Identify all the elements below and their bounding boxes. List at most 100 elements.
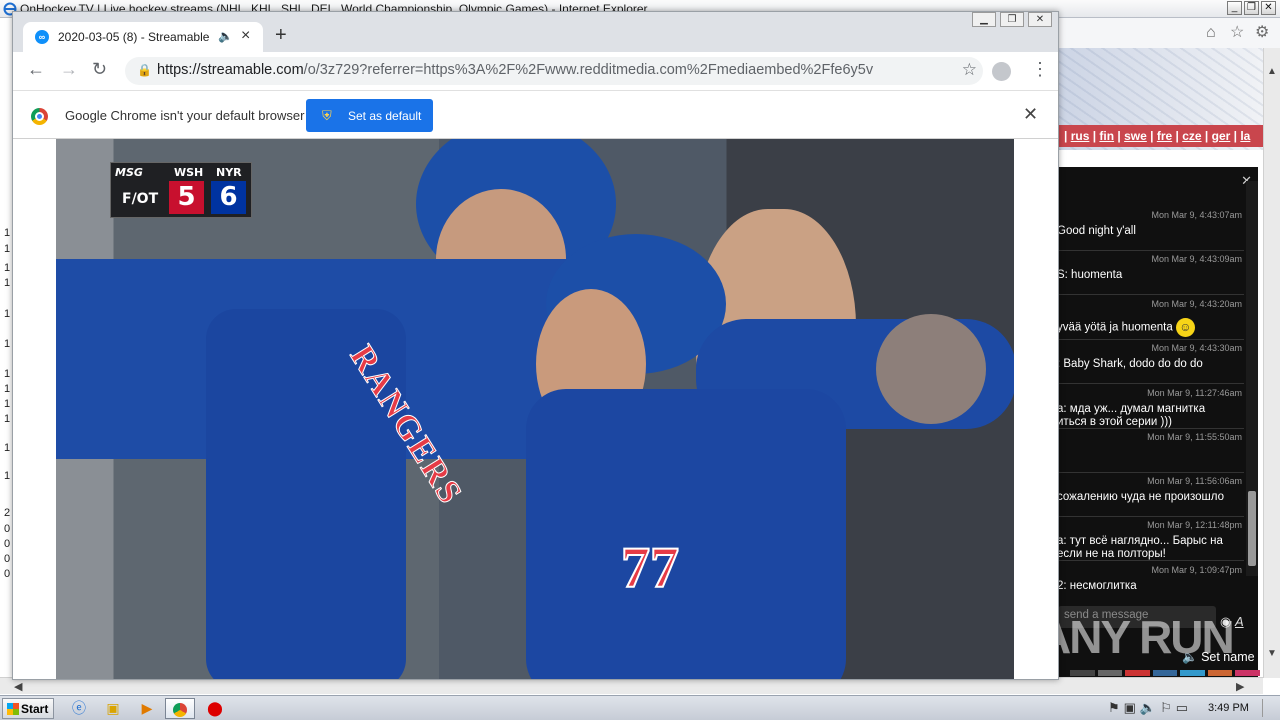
- lock-icon[interactable]: 🔒: [137, 63, 152, 77]
- ie-vertical-scrollbar[interactable]: ▲ ▼: [1263, 48, 1280, 678]
- chat-message: Mon Mar 9, 11:27:46am а: мда уж... думал…: [1058, 385, 1244, 429]
- chat-text-line2: если не на полторы!: [1058, 548, 1166, 560]
- chat-font-icon[interactable]: A: [1235, 614, 1244, 629]
- scroll-right-icon[interactable]: ▶: [1236, 680, 1244, 693]
- forward-arrow-icon[interactable]: →: [60, 60, 78, 78]
- set-as-default-button[interactable]: ⛨ Set as default: [306, 99, 433, 132]
- chrome-window-controls: ▁ ❐ ✕: [972, 12, 1052, 27]
- chrome-close-button[interactable]: ✕: [1028, 12, 1052, 27]
- infobar-close-icon[interactable]: ✕: [1023, 104, 1038, 125]
- opera-icon[interactable]: ⬤: [200, 698, 230, 719]
- url-host: https://streamable.com: [157, 62, 304, 78]
- ie-restore-button[interactable]: ❐: [1244, 1, 1259, 15]
- system-tray-icons[interactable]: ⚑▣🔈⚐▭: [1108, 700, 1192, 716]
- chat-text: а: мда уж... думал магнитка: [1058, 403, 1206, 415]
- infobar-message: Google Chrome isn't your default browser: [65, 108, 305, 123]
- chrome-minimize-button[interactable]: ▁: [972, 12, 996, 27]
- scroll-left-icon[interactable]: ◀: [14, 680, 22, 693]
- video-player[interactable]: RANGERS 77 MSG WSH NYR F/OT 5 6: [56, 139, 1014, 679]
- lang-link-fin[interactable]: fin: [1099, 129, 1114, 143]
- left-strip-digit: 1: [4, 308, 11, 320]
- favorites-star-icon[interactable]: ☆: [1230, 25, 1244, 41]
- url-text[interactable]: https://streamable.com/o/3z729?referrer=…: [157, 62, 873, 78]
- chat-timestamp: Mon Mar 9, 4:43:07am: [1151, 210, 1242, 220]
- left-strip-digit: 1: [4, 368, 11, 380]
- tab-title: 2020-03-05 (8) - Streamable: [58, 30, 210, 44]
- streamable-favicon-icon: ∞: [35, 30, 49, 44]
- ie-taskbar-icon[interactable]: ⓔ: [64, 698, 94, 719]
- chat-message: Mon Mar 9, 12:11:48pm а: тут всё наглядн…: [1058, 517, 1244, 561]
- show-desktop-button[interactable]: [1262, 699, 1276, 717]
- chat-message: Mon Mar 9, 4:43:30am : Baby Shark, dodo …: [1058, 340, 1244, 384]
- chat-message: Mon Mar 9, 11:55:50am: [1058, 429, 1244, 473]
- lang-link-fre[interactable]: fre: [1157, 129, 1172, 143]
- taskbar-clock[interactable]: 3:49 PM: [1208, 702, 1249, 714]
- left-strip-digit: 1: [4, 442, 11, 454]
- chat-text: yvää yötä ja huomenta: [1058, 321, 1173, 334]
- chat-timestamp: Mon Mar 9, 11:55:50am: [1147, 432, 1242, 442]
- chat-color-strip: [1070, 670, 1261, 676]
- left-strip-digit: 1: [4, 413, 11, 425]
- ie-command-area: ⌂ ☆ ⚙: [1058, 18, 1280, 48]
- lang-link-swe[interactable]: swe: [1124, 129, 1147, 143]
- set-as-default-label: Set as default: [348, 109, 422, 123]
- reload-icon[interactable]: ↻: [92, 60, 107, 78]
- bookmark-star-icon[interactable]: ☆: [962, 60, 977, 80]
- shield-icon: ⛨: [322, 108, 332, 123]
- chat-scrollbar[interactable]: [1246, 181, 1258, 576]
- chat-text: 2: несмоглитка: [1058, 580, 1137, 592]
- language-separator: |: [1064, 129, 1071, 143]
- default-browser-infobar: Google Chrome isn't your default browser…: [13, 90, 1058, 139]
- chat-text: сожалению чуда не произошло: [1058, 491, 1224, 503]
- new-tab-button[interactable]: +: [275, 25, 287, 45]
- address-bar[interactable]: 🔒 https://streamable.com/o/3z729?referre…: [125, 57, 983, 85]
- scroll-down-icon[interactable]: ▼: [1267, 648, 1277, 659]
- page-left-strip: 1 1 1 1 1 1 1 1 1 1 1 1 2 0 0 0 0: [0, 140, 12, 677]
- ie-close-button[interactable]: ✕: [1261, 1, 1276, 15]
- url-path: /o/3z729?referrer=https%3A%2F%2Fwww.redd…: [303, 62, 874, 78]
- left-strip-digit: 0: [4, 568, 11, 580]
- chrome-toolbar: ← → ↻ 🔒 https://streamable.com/o/3z729?r…: [13, 52, 1058, 90]
- menu-kebab-icon[interactable]: ⋮: [1031, 60, 1049, 78]
- anyrun-watermark: ANY RUN: [1038, 611, 1235, 663]
- chat-message: Mon Mar 9, 4:43:09am S: huomenta: [1058, 251, 1244, 295]
- gear-icon[interactable]: ⚙: [1255, 25, 1269, 41]
- home-team-label: NYR: [216, 166, 242, 179]
- chat-scroll-thumb[interactable]: [1248, 491, 1256, 566]
- left-strip-digit: 1: [4, 383, 11, 395]
- back-arrow-icon[interactable]: ←: [27, 60, 45, 78]
- glove: [876, 314, 986, 424]
- chrome-window: ▁ ❐ ✕ ∞ 2020-03-05 (8) - Streamable 🔈 × …: [12, 11, 1059, 680]
- profile-avatar-icon[interactable]: [992, 62, 1011, 81]
- chat-text: : Baby Shark, dodo do do do: [1058, 358, 1203, 370]
- period-label: F/OT: [122, 191, 159, 207]
- page-content: RANGERS 77 MSG WSH NYR F/OT 5 6: [13, 139, 1058, 679]
- audio-playing-icon[interactable]: 🔈: [218, 29, 233, 43]
- start-button[interactable]: Start: [2, 698, 54, 719]
- ie-window-controls: _ ❐ ✕: [1227, 1, 1276, 15]
- away-score: 5: [169, 181, 204, 214]
- chrome-taskbar-icon[interactable]: [165, 698, 195, 719]
- scroll-up-icon[interactable]: ▲: [1267, 66, 1277, 77]
- chat-text: Good night y'all: [1058, 225, 1136, 237]
- chrome-restore-button[interactable]: ❐: [1000, 12, 1024, 27]
- left-strip-digit: 1: [4, 277, 11, 289]
- windows-logo-icon: [7, 703, 19, 715]
- jersey-number: 77: [620, 534, 680, 601]
- tab-streamable[interactable]: ∞ 2020-03-05 (8) - Streamable 🔈 ×: [23, 22, 263, 52]
- home-score: 6: [211, 181, 246, 214]
- lang-link-rus[interactable]: rus: [1071, 129, 1090, 143]
- scorebug: MSG WSH NYR F/OT 5 6: [110, 162, 252, 218]
- chat-text-line2: иться в этой серии ))): [1058, 416, 1172, 428]
- tab-close-icon[interactable]: ×: [241, 27, 250, 45]
- left-strip-digit: 1: [4, 227, 11, 239]
- lang-link-ger[interactable]: ger: [1212, 129, 1231, 143]
- lang-link-la[interactable]: la: [1240, 129, 1250, 143]
- ie-minimize-button[interactable]: _: [1227, 1, 1242, 15]
- media-player-icon[interactable]: ▶: [132, 698, 162, 719]
- home-icon[interactable]: ⌂: [1206, 25, 1216, 41]
- explorer-folder-icon[interactable]: ▣: [98, 698, 128, 719]
- lang-link-cze[interactable]: cze: [1182, 129, 1201, 143]
- chat-timestamp: Mon Mar 9, 11:56:06am: [1147, 476, 1242, 486]
- chat-timestamp: Mon Mar 9, 1:09:47pm: [1151, 565, 1242, 575]
